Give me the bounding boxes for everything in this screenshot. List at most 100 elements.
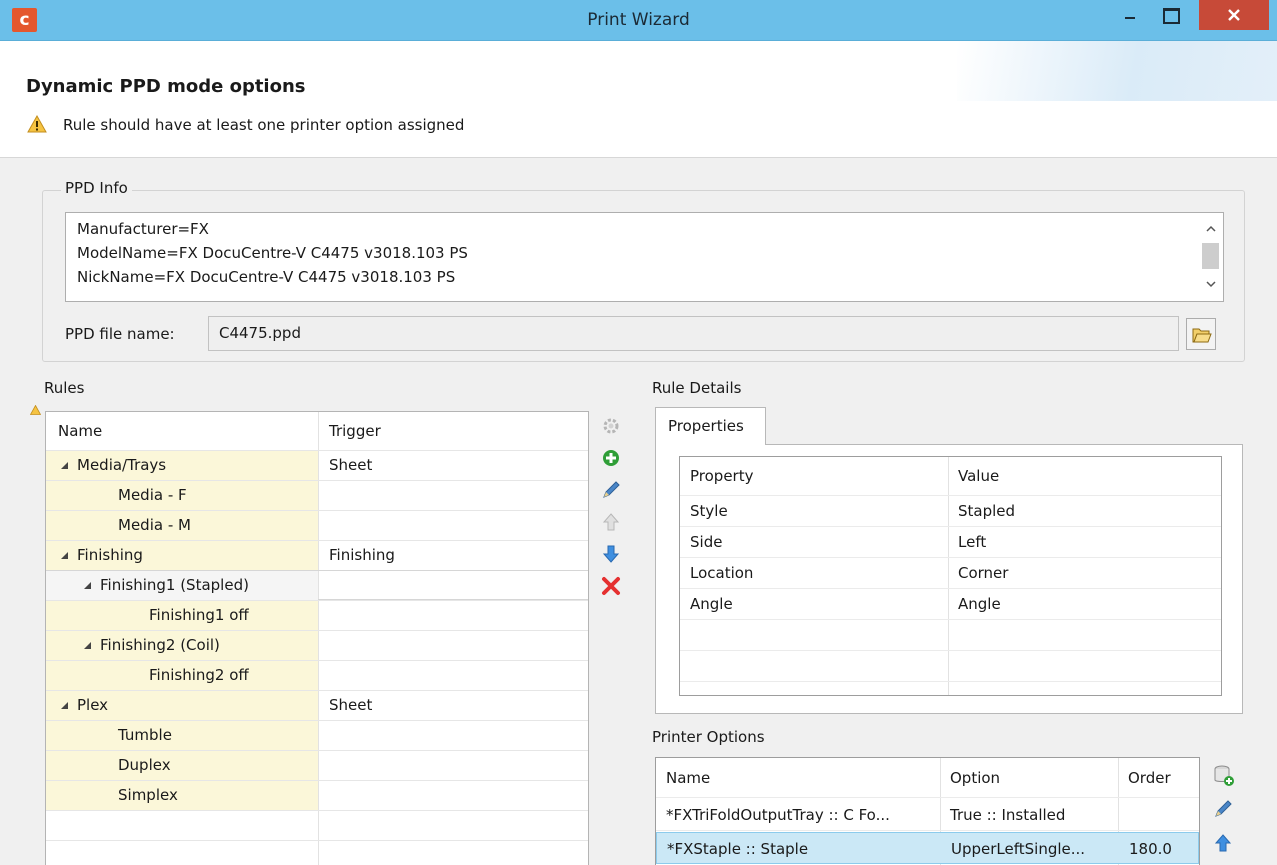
move-up-icon[interactable] <box>1212 832 1240 858</box>
rule-name-cell: Duplex <box>46 751 318 780</box>
po-name-column-header[interactable]: Name <box>666 758 710 798</box>
gear-icon[interactable] <box>600 415 626 439</box>
close-icon <box>1228 9 1240 21</box>
scroll-down-icon[interactable] <box>1206 281 1216 288</box>
expand-triangle-icon[interactable] <box>84 582 91 589</box>
property-value: Angle <box>958 595 1001 613</box>
properties-header-row: Property Value <box>680 457 1221 496</box>
folder-open-icon <box>1192 328 1212 343</box>
po-order-column-header[interactable]: Order <box>1128 758 1171 798</box>
rule-name: Finishing1 (Stapled) <box>100 576 249 594</box>
rule-row-media-f[interactable]: Media - F <box>46 480 588 510</box>
rule-name: Finishing <box>77 546 143 564</box>
wizard-header: Dynamic PPD mode options Rule should hav… <box>0 41 1277 158</box>
page-title: Dynamic PPD mode options <box>26 76 306 97</box>
rules-tree-table[interactable]: Name Trigger Media/Trays Sheet Media - F… <box>45 411 589 865</box>
property-row[interactable]: Style Stapled <box>680 496 1221 527</box>
warning-icon <box>27 115 47 133</box>
rule-row-simplex[interactable]: Simplex <box>46 780 588 810</box>
printer-option-name: *FXTriFoldOutputTray :: C Fo... <box>666 806 890 824</box>
empty-row <box>46 810 588 840</box>
rules-column-trigger[interactable]: Trigger <box>329 412 381 450</box>
rule-trigger: Finishing <box>329 546 395 564</box>
move-down-icon[interactable] <box>600 543 626 567</box>
value-column-header[interactable]: Value <box>958 457 999 496</box>
rule-row-finishing2-coil[interactable]: Finishing2 (Coil) <box>46 630 588 660</box>
scroll-up-icon[interactable] <box>1206 225 1216 232</box>
ppd-info-legend: PPD Info <box>61 179 132 197</box>
expand-triangle-icon[interactable] <box>61 552 68 559</box>
property-name: Side <box>690 533 723 551</box>
printer-options-table[interactable]: Name Option Order *FXTriFoldOutputTray :… <box>655 757 1200 865</box>
rule-row-finishing[interactable]: Finishing Finishing <box>46 540 588 570</box>
ppd-info-scrollbar[interactable] <box>1198 213 1223 301</box>
edit-pencil-icon[interactable] <box>1212 798 1240 824</box>
ppd-file-field[interactable]: C4475.ppd <box>208 316 1179 351</box>
rule-name-cell: Simplex <box>46 781 318 810</box>
expand-triangle-icon[interactable] <box>84 642 91 649</box>
minimize-button[interactable] <box>1114 0 1146 30</box>
move-up-icon[interactable] <box>600 511 626 535</box>
properties-panel: Property Value Style Stapled Side Left L… <box>655 444 1243 714</box>
rule-name-cell: Tumble <box>46 721 318 750</box>
rule-row-plex[interactable]: Plex Sheet <box>46 690 588 720</box>
rules-column-name[interactable]: Name <box>58 412 102 450</box>
close-button[interactable] <box>1199 0 1269 30</box>
delete-icon[interactable] <box>600 575 626 599</box>
rule-row-finishing2-off[interactable]: Finishing2 off <box>46 660 588 690</box>
browse-button[interactable] <box>1186 318 1216 350</box>
validation-message: Rule should have at least one printer op… <box>63 116 465 134</box>
rule-name: Simplex <box>118 786 178 804</box>
rule-name: Tumble <box>118 726 172 744</box>
rule-row-finishing1-off[interactable]: Finishing1 off <box>46 600 588 630</box>
properties-table[interactable]: Property Value Style Stapled Side Left L… <box>679 456 1222 696</box>
property-row[interactable]: Side Left <box>680 527 1221 558</box>
add-database-icon[interactable] <box>1212 764 1240 790</box>
printer-options-toolbar <box>1212 764 1240 864</box>
empty-row <box>680 682 1221 695</box>
rule-name-cell: Plex <box>46 691 318 720</box>
rule-row-media-trays[interactable]: Media/Trays Sheet <box>46 450 588 480</box>
rule-trigger: Sheet <box>329 456 373 474</box>
ppd-info-text[interactable]: Manufacturer=FX ModelName=FX DocuCentre-… <box>65 212 1224 302</box>
rules-label: Rules <box>44 379 85 397</box>
window-title: Print Wizard <box>587 10 690 30</box>
po-option-column-header[interactable]: Option <box>950 758 1000 798</box>
rule-name: Media - F <box>118 486 187 504</box>
rule-name-cell: Finishing1 off <box>46 601 318 630</box>
rule-name: Media - M <box>118 516 191 534</box>
edit-pencil-icon[interactable] <box>600 479 626 503</box>
rule-name: Finishing1 off <box>149 606 249 624</box>
printer-option-row-selected[interactable]: *FXStaple :: Staple UpperLeftSingle... 1… <box>656 832 1199 864</box>
property-row[interactable]: Angle Angle <box>680 589 1221 620</box>
rule-row-tumble[interactable]: Tumble <box>46 720 588 750</box>
rule-row-media-m[interactable]: Media - M <box>46 510 588 540</box>
rule-details-label: Rule Details <box>652 379 742 397</box>
rule-name-cell: Media/Trays <box>46 451 318 480</box>
maximize-button[interactable] <box>1152 0 1188 30</box>
empty-row <box>46 840 588 865</box>
printer-option-name: *FXStaple :: Staple <box>667 840 809 858</box>
property-value: Corner <box>958 564 1009 582</box>
tab-properties[interactable]: Properties <box>655 407 766 445</box>
printer-option-row[interactable]: *FXTriFoldOutputTray :: C Fo... True :: … <box>656 799 1199 831</box>
printer-options-header-row: Name Option Order <box>656 758 1199 798</box>
printer-option-value: UpperLeftSingle... <box>951 840 1086 858</box>
expand-triangle-icon[interactable] <box>61 702 68 709</box>
rule-row-duplex[interactable]: Duplex <box>46 750 588 780</box>
rule-name-cell: Finishing1 (Stapled) <box>46 571 318 600</box>
rule-row-finishing1-stapled[interactable]: Finishing1 (Stapled) <box>46 570 588 600</box>
printer-option-order: 180.0 <box>1129 840 1172 858</box>
property-row[interactable]: Location Corner <box>680 558 1221 589</box>
add-icon[interactable] <box>600 447 626 471</box>
property-column-header[interactable]: Property <box>690 457 753 496</box>
empty-row <box>680 651 1221 682</box>
title-bar: c Print Wizard <box>0 0 1277 41</box>
property-value: Stapled <box>958 502 1016 520</box>
scrollbar-thumb[interactable] <box>1202 243 1219 269</box>
ppd-info-line: NickName=FX DocuCentre-V C4475 v3018.103… <box>77 268 456 286</box>
printer-option-value: True :: Installed <box>950 806 1066 824</box>
rule-name-cell: Finishing2 (Coil) <box>46 631 318 660</box>
printer-options-label: Printer Options <box>652 728 765 746</box>
expand-triangle-icon[interactable] <box>61 462 68 469</box>
